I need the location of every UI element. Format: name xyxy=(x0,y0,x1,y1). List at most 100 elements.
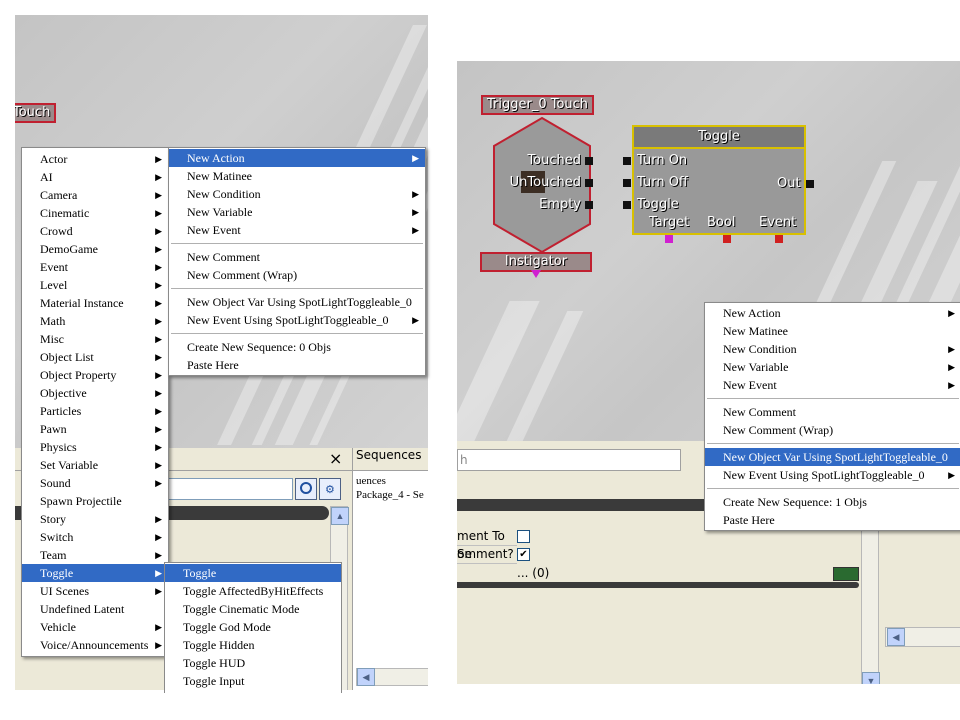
menu-item-toggle-hud[interactable]: Toggle HUD xyxy=(165,654,341,672)
input-pin[interactable] xyxy=(623,179,631,187)
menu-item-new-object-var[interactable]: New Object Var Using SpotLightToggleable… xyxy=(705,448,960,466)
menu-item-new-comment[interactable]: New Comment xyxy=(705,403,960,421)
menu-item-new-variable[interactable]: New Variable ▶ xyxy=(169,203,425,221)
search-input[interactable]: h xyxy=(457,449,681,471)
sequence-tree-item[interactable]: uences xyxy=(353,474,428,488)
trigger-output-untouched[interactable]: UnTouched xyxy=(510,175,581,190)
output-pin[interactable] xyxy=(585,201,593,209)
menu-item-new-event-using[interactable]: New Event Using SpotLightToggleable_0 ▶ xyxy=(705,466,960,484)
toggle-input-turn-off[interactable]: Turn Off xyxy=(637,175,688,190)
menu-item-new-comment[interactable]: New Comment xyxy=(169,248,425,266)
menu-item-toggle-input[interactable]: Toggle Input xyxy=(165,672,341,690)
horizontal-scrollbar[interactable]: ◀ xyxy=(885,627,960,647)
menu-item-new-event[interactable]: New Event ▶ xyxy=(169,221,425,239)
menu-item-particles[interactable]: Particles ▶ xyxy=(22,402,168,420)
variable-pin[interactable] xyxy=(723,235,731,243)
checkbox-unchecked[interactable] xyxy=(517,530,530,543)
menu-item-toggle-hidden[interactable]: Toggle Hidden xyxy=(165,636,341,654)
property-checkbox[interactable] xyxy=(517,527,530,545)
scroll-down-button[interactable]: ▼ xyxy=(862,672,880,684)
output-pin[interactable] xyxy=(585,179,593,187)
menu-item-create-sequence[interactable]: Create New Sequence: 1 Objs xyxy=(705,493,960,511)
menu-item-crowd[interactable]: Crowd ▶ xyxy=(22,222,168,240)
toggle-output-out[interactable]: Out xyxy=(777,176,801,191)
menu-item-material-instance[interactable]: Material Instance ▶ xyxy=(22,294,168,312)
menu-item-switch[interactable]: Switch ▶ xyxy=(22,528,168,546)
array-buttons-icon[interactable] xyxy=(833,567,859,581)
menu-item-set-variable[interactable]: Set Variable ▶ xyxy=(22,456,168,474)
menu-item-misc[interactable]: Misc ▶ xyxy=(22,330,168,348)
input-pin[interactable] xyxy=(623,157,631,165)
menu-item-toggle-god-mode[interactable]: Toggle God Mode xyxy=(165,618,341,636)
menu-item-new-matinee[interactable]: New Matinee xyxy=(705,322,960,340)
menu-item-new-condition[interactable]: New Condition ▶ xyxy=(705,340,960,358)
instigator-label[interactable]: Instigator xyxy=(480,252,592,272)
menu-item-toggle-cinematic-mode[interactable]: Toggle Cinematic Mode xyxy=(165,600,341,618)
menu-item-sound[interactable]: Sound ▶ xyxy=(22,474,168,492)
menu-item-pawn[interactable]: Pawn ▶ xyxy=(22,420,168,438)
menu-item-vehicle[interactable]: Vehicle ▶ xyxy=(22,618,168,636)
trigger-node-title[interactable]: Touch xyxy=(15,103,57,123)
scroll-left-button[interactable]: ◀ xyxy=(357,668,375,686)
menu-item-spawn-projectile[interactable]: Spawn Projectile xyxy=(22,492,168,510)
toggle-var-bool[interactable]: Bool xyxy=(707,215,735,230)
menu-item-new-condition[interactable]: New Condition ▶ xyxy=(169,185,425,203)
horizontal-scrollbar[interactable]: ◀ xyxy=(356,668,428,686)
menu-item-create-sequence[interactable]: Create New Sequence: 0 Objs xyxy=(169,338,425,356)
variable-pin[interactable] xyxy=(665,235,673,243)
scroll-up-button[interactable]: ▲ xyxy=(331,507,349,525)
menu-item-demogame[interactable]: DemoGame ▶ xyxy=(22,240,168,258)
menu-item-team[interactable]: Team ▶ xyxy=(22,546,168,564)
sequence-tree-item[interactable]: Package_4 - Se xyxy=(353,488,428,502)
property-checkbox[interactable]: ✔ xyxy=(517,545,530,563)
toggle-input-turn-on[interactable]: Turn On xyxy=(637,153,687,168)
toggle-var-target[interactable]: Target xyxy=(649,215,689,230)
menu-item-new-object-var[interactable]: New Object Var Using SpotLightToggleable… xyxy=(169,293,425,311)
toggle-var-event[interactable]: Event xyxy=(759,215,796,230)
search-input[interactable] xyxy=(165,478,293,500)
menu-item-voice-announcements[interactable]: Voice/Announcements ▶ xyxy=(22,636,168,654)
menu-item-actor[interactable]: Actor ▶ xyxy=(22,150,168,168)
menu-item-new-matinee[interactable]: New Matinee xyxy=(169,167,425,185)
menu-item-paste-here[interactable]: Paste Here xyxy=(705,511,960,529)
menu-item-toggle[interactable]: Toggle ▶ xyxy=(22,564,168,582)
variable-pin[interactable] xyxy=(775,235,783,243)
toggle-input-toggle[interactable]: Toggle xyxy=(637,197,679,212)
menu-item-event[interactable]: Event ▶ xyxy=(22,258,168,276)
output-pin[interactable] xyxy=(585,157,593,165)
trigger-output-touched[interactable]: Touched xyxy=(527,153,581,168)
menu-item-ai[interactable]: AI ▶ xyxy=(22,168,168,186)
menu-item-new-event[interactable]: New Event ▶ xyxy=(705,376,960,394)
input-pin[interactable] xyxy=(623,201,631,209)
menu-item-story[interactable]: Story ▶ xyxy=(22,510,168,528)
close-icon[interactable]: × xyxy=(329,449,342,468)
menu-item-undefined-latent[interactable]: Undefined Latent xyxy=(22,600,168,618)
menu-item-object-property[interactable]: Object Property ▶ xyxy=(22,366,168,384)
menu-item-toggle[interactable]: Toggle xyxy=(165,564,341,582)
menu-item-ui-scenes[interactable]: UI Scenes ▶ xyxy=(22,582,168,600)
checkbox-checked[interactable]: ✔ xyxy=(517,548,530,561)
menu-item-camera[interactable]: Camera ▶ xyxy=(22,186,168,204)
menu-item-new-variable[interactable]: New Variable ▶ xyxy=(705,358,960,376)
menu-item-new-action[interactable]: New Action ▶ xyxy=(705,304,960,322)
menu-item-paste-here[interactable]: Paste Here xyxy=(169,356,425,374)
trigger-node-title[interactable]: Trigger_0 Touch xyxy=(481,95,595,115)
menu-item-object-list[interactable]: Object List ▶ xyxy=(22,348,168,366)
filter-button[interactable]: ⚙ xyxy=(319,478,341,500)
menu-item-objective[interactable]: Objective ▶ xyxy=(22,384,168,402)
menu-item-new-comment-wrap[interactable]: New Comment (Wrap) xyxy=(705,421,960,439)
instigator-pin-arrow-icon[interactable] xyxy=(531,270,541,278)
menu-item-new-event-using[interactable]: New Event Using SpotLightToggleable_0 ▶ xyxy=(169,311,425,329)
submenu-arrow-icon: ▶ xyxy=(155,388,162,398)
menu-item-math[interactable]: Math ▶ xyxy=(22,312,168,330)
menu-item-physics[interactable]: Physics ▶ xyxy=(22,438,168,456)
menu-item-cinematic[interactable]: Cinematic ▶ xyxy=(22,204,168,222)
trigger-output-empty[interactable]: Empty xyxy=(539,197,581,212)
menu-item-new-action[interactable]: New Action ▶ xyxy=(169,149,425,167)
menu-item-level[interactable]: Level ▶ xyxy=(22,276,168,294)
output-pin[interactable] xyxy=(806,180,814,188)
menu-item-new-comment-wrap[interactable]: New Comment (Wrap) xyxy=(169,266,425,284)
find-button[interactable] xyxy=(295,478,317,500)
menu-item-toggle-affectedbyhiteffects[interactable]: Toggle AffectedByHitEffects xyxy=(165,582,341,600)
scroll-left-button[interactable]: ◀ xyxy=(887,628,905,646)
